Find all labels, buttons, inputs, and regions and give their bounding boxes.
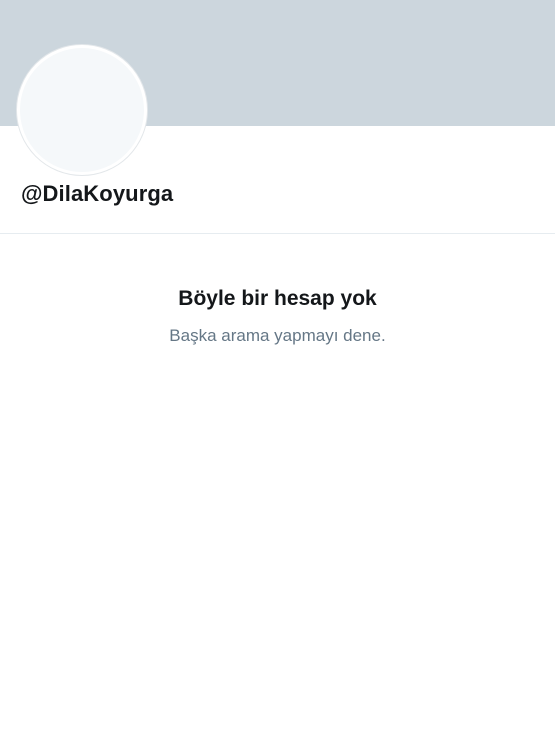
divider bbox=[0, 233, 555, 234]
profile-handle: @DilaKoyurga bbox=[21, 181, 174, 206]
empty-state-title: Böyle bir hesap yok bbox=[178, 287, 377, 310]
empty-state: Böyle bir hesap yok Başka arama yapmayı … bbox=[0, 283, 555, 347]
avatar bbox=[17, 45, 147, 175]
profile-page: @DilaKoyurga Böyle bir hesap yok Başka a… bbox=[0, 0, 555, 746]
empty-state-subtitle: Başka arama yapmayı dene. bbox=[169, 326, 386, 345]
